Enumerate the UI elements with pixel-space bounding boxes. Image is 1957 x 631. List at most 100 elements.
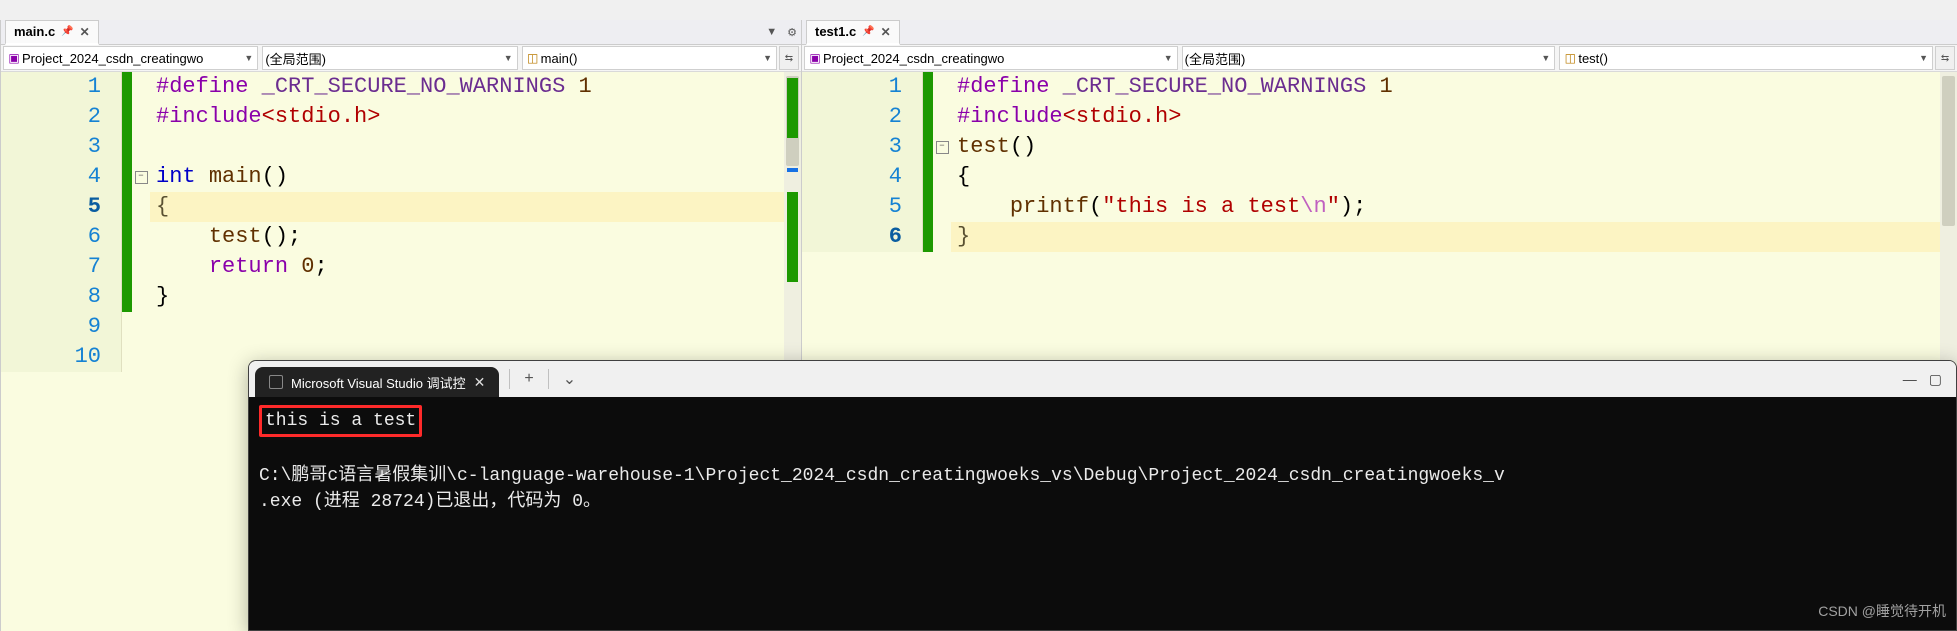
current-line-highlight: [951, 222, 1957, 252]
tab-dropdown-button[interactable]: ⌄: [557, 365, 582, 393]
split-button[interactable]: ⇆: [1935, 46, 1955, 70]
code-text[interactable]: }: [951, 222, 1957, 252]
code-line[interactable]: 7 return 0;: [1, 252, 801, 282]
project-combo[interactable]: ▣ Project_2024_csdn_creatingwo ▼: [804, 46, 1178, 70]
project-combo-text: Project_2024_csdn_creatingwo: [22, 51, 244, 66]
chevron-down-icon: ▼: [1541, 53, 1550, 63]
close-icon[interactable]: ✕: [80, 25, 90, 39]
fold-toggle-icon[interactable]: −: [936, 141, 949, 154]
close-icon[interactable]: ✕: [881, 25, 891, 39]
code-text[interactable]: int main(): [150, 162, 801, 192]
code-text[interactable]: {: [951, 162, 1957, 192]
new-tab-button[interactable]: +: [518, 366, 539, 392]
scope-combo[interactable]: (全局范围) ▼: [262, 46, 517, 70]
code-line[interactable]: 3: [1, 132, 801, 162]
code-text[interactable]: test();: [150, 222, 801, 252]
code-text[interactable]: return 0;: [150, 252, 801, 282]
toolbar-placeholder: [0, 0, 1957, 20]
code-text[interactable]: #define _CRT_SECURE_NO_WARNINGS 1: [150, 72, 801, 102]
console-line: C:\鹏哥c语言暑假集训\c-language-warehouse-1\Proj…: [259, 466, 1505, 486]
member-combo[interactable]: ◫ test() ▼: [1559, 46, 1933, 70]
code-text[interactable]: #include<stdio.h>: [951, 102, 1957, 132]
tab-main-c[interactable]: main.c 📌 ✕: [5, 20, 99, 45]
change-bar: [122, 132, 132, 162]
chevron-down-icon: ▼: [1164, 53, 1173, 63]
code-line[interactable]: 4−int main(): [1, 162, 801, 192]
code-text[interactable]: #define _CRT_SECURE_NO_WARNINGS 1: [951, 72, 1957, 102]
close-icon[interactable]: ✕: [474, 374, 486, 391]
line-number: 5: [1, 192, 122, 222]
tab-test1-c[interactable]: test1.c 📌 ✕: [806, 20, 900, 45]
tab-settings-icon[interactable]: ⚙: [783, 26, 801, 39]
change-bar: [122, 102, 132, 132]
line-number: 3: [1, 132, 122, 162]
scrollbar-thumb[interactable]: [1942, 76, 1955, 226]
scope-combo[interactable]: (全局范围) ▼: [1182, 46, 1556, 70]
change-bar: [923, 162, 933, 192]
outline-column[interactable]: −: [132, 171, 150, 184]
console-window-buttons: — ▢: [1903, 371, 1956, 388]
outline-column[interactable]: −: [933, 141, 951, 154]
code-line[interactable]: 5 printf("this is a test\n");: [802, 192, 1957, 222]
project-combo-text: Project_2024_csdn_creatingwo: [823, 51, 1164, 66]
code-line[interactable]: 1 #define _CRT_SECURE_NO_WARNINGS 1: [802, 72, 1957, 102]
current-line-highlight: [150, 192, 801, 222]
tab-dropdown-icon[interactable]: ▼: [762, 26, 781, 38]
code-text[interactable]: }: [150, 282, 801, 312]
code-line[interactable]: 4{: [802, 162, 1957, 192]
code-line[interactable]: 2 #include<stdio.h>: [1, 102, 801, 132]
scope-combo-text: (全局范围): [1185, 49, 1542, 68]
pin-icon[interactable]: 📌: [61, 26, 73, 37]
chevron-down-icon: ▼: [763, 53, 772, 63]
console-output[interactable]: this is a test C:\鹏哥c语言暑假集训\c-language-w…: [249, 397, 1956, 630]
code-text[interactable]: {: [150, 192, 801, 222]
minimize-button[interactable]: —: [1903, 371, 1917, 387]
change-bar: [122, 222, 132, 252]
method-icon: ◫: [525, 51, 541, 65]
change-bar: [923, 102, 933, 132]
code-line[interactable]: 2#include<stdio.h>: [802, 102, 1957, 132]
nav-bar-left: ▣ Project_2024_csdn_creatingwo ▼ (全局范围) …: [1, 45, 801, 72]
watermark: CSDN @睡觉待开机: [1818, 598, 1946, 624]
tab-label: main.c: [14, 24, 55, 39]
code-line[interactable]: 3−test(): [802, 132, 1957, 162]
change-bar: [122, 282, 132, 312]
change-bar: [122, 252, 132, 282]
caret-marker: [787, 168, 798, 172]
line-number: 2: [1, 102, 122, 132]
code-text[interactable]: printf("this is a test\n");: [951, 192, 1957, 222]
console-title-bar[interactable]: Microsoft Visual Studio 调试控 ✕ + ⌄ — ▢: [249, 361, 1956, 397]
code-line[interactable]: 1 #define _CRT_SECURE_NO_WARNINGS 1: [1, 72, 801, 102]
change-marker: [787, 78, 798, 138]
chevron-down-icon: ▼: [1919, 53, 1928, 63]
line-number: 8: [1, 282, 122, 312]
code-line[interactable]: 8}: [1, 282, 801, 312]
change-bar: [122, 72, 132, 102]
tab-row-right: test1.c 📌 ✕: [802, 20, 1957, 45]
change-bar: [923, 192, 933, 222]
maximize-button[interactable]: ▢: [1929, 371, 1942, 388]
method-icon: ◫: [1562, 51, 1578, 65]
line-number: 1: [1, 72, 122, 102]
chevron-down-icon: ▼: [244, 53, 253, 63]
code-line[interactable]: 6 test();: [1, 222, 801, 252]
line-number: 9: [1, 312, 122, 342]
project-combo[interactable]: ▣ Project_2024_csdn_creatingwo ▼: [3, 46, 258, 70]
console-tab[interactable]: Microsoft Visual Studio 调试控 ✕: [255, 367, 499, 397]
code-text[interactable]: test(): [951, 132, 1957, 162]
code-line[interactable]: 9: [1, 312, 801, 342]
tab-label: test1.c: [815, 24, 856, 39]
member-combo[interactable]: ◫ main() ▼: [522, 46, 777, 70]
member-combo-text: test(): [1578, 51, 1919, 66]
code-line[interactable]: 5{: [1, 192, 801, 222]
fold-toggle-icon[interactable]: −: [135, 171, 148, 184]
line-number: 1: [802, 72, 923, 102]
split-button[interactable]: ⇆: [779, 46, 799, 70]
change-bar: [923, 222, 933, 252]
code-line[interactable]: 6}: [802, 222, 1957, 252]
pin-icon[interactable]: 📌: [862, 26, 874, 37]
member-combo-text: main(): [541, 51, 763, 66]
change-bar: [923, 132, 933, 162]
console-tab-title: Microsoft Visual Studio 调试控: [291, 373, 466, 392]
code-text[interactable]: #include<stdio.h>: [150, 102, 801, 132]
